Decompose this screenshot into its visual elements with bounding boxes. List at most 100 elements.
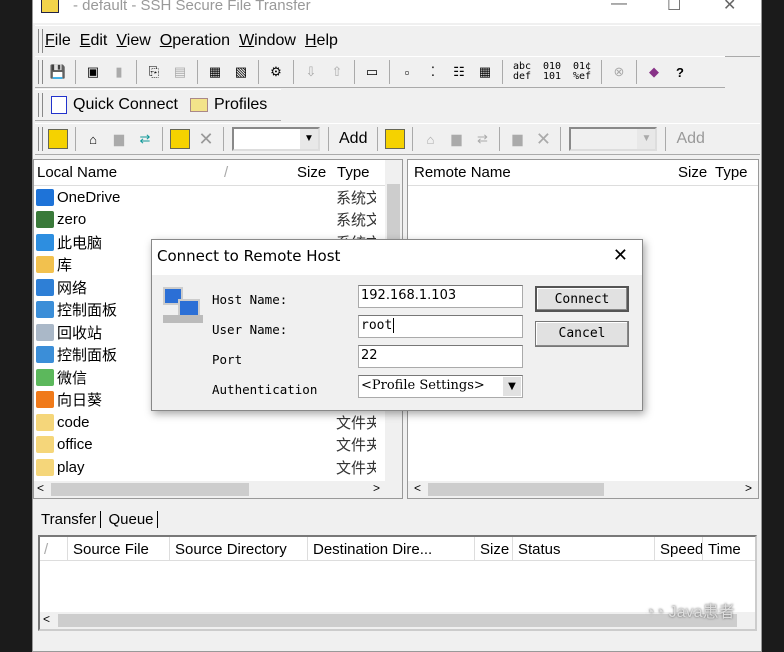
menu-item[interactable]: File (45, 32, 71, 50)
list-icon[interactable]: ☷ (449, 62, 469, 82)
new-folder-disabled-icon[interactable]: ▆ (109, 129, 129, 149)
stop-icon[interactable]: ⊗ (609, 62, 629, 82)
new-terminal-icon[interactable]: ▦ (205, 62, 225, 82)
auto-icon[interactable]: 01¢ %ef (570, 62, 594, 82)
menu-item[interactable]: Edit (80, 32, 108, 50)
chevron-down-icon[interactable]: ▼ (300, 129, 318, 149)
settings-icon[interactable]: ⚙ (266, 62, 286, 82)
delete-icon[interactable]: ✕ (196, 129, 216, 149)
add-remote-button[interactable]: Add (676, 130, 704, 148)
user-name-input[interactable]: root (358, 315, 523, 338)
create-folder-remote-icon[interactable]: ▆ (507, 129, 527, 149)
transfer-col-header[interactable]: Size (480, 541, 509, 558)
new-file-transfer-icon[interactable]: ▧ (231, 62, 251, 82)
connect-button[interactable]: Connect (535, 286, 629, 312)
up-folder-remote-icon[interactable] (385, 129, 406, 149)
tab-transfer[interactable]: Transfer (41, 511, 102, 528)
copy-icon[interactable]: ⎘ (144, 62, 164, 82)
transfer-col-header[interactable]: Speed (660, 541, 703, 558)
col-remote-type[interactable]: Type (715, 164, 748, 181)
menu-item[interactable]: Operation (160, 32, 230, 50)
menu-item[interactable]: Window (239, 32, 296, 50)
col-type[interactable]: Type (337, 164, 370, 181)
save-icon[interactable]: 💾 (48, 62, 68, 82)
large-icons-icon[interactable]: ▫ (397, 62, 417, 82)
paste-icon[interactable]: ▤ (170, 62, 190, 82)
menu-mnemonic: O (159, 32, 173, 49)
remote-path-combo[interactable]: ▼ (569, 127, 658, 151)
port-input[interactable]: 22 (358, 345, 523, 368)
col-remote-name[interactable]: Remote Name (414, 164, 511, 181)
remote-horizontal-scrollbar[interactable]: < > (408, 481, 758, 498)
close-button[interactable]: ✕ (723, 0, 736, 15)
authentication-select[interactable]: <Profile Settings> ▼ (358, 375, 523, 398)
menu-label: iew (126, 32, 151, 49)
menu-mnemonic: H (304, 32, 317, 49)
maximize-button[interactable]: ☐ (667, 0, 681, 15)
delete-remote-icon[interactable]: ✕ (533, 129, 553, 149)
chevron-down-icon[interactable]: ▼ (637, 129, 656, 149)
upload-icon[interactable]: ⇧ (327, 62, 347, 82)
view-icon[interactable]: ▭ (362, 62, 382, 82)
help-book-icon[interactable]: ◆ (644, 62, 664, 82)
small-icons-icon[interactable]: ⁚ (423, 62, 443, 82)
column-divider[interactable] (307, 537, 308, 561)
column-divider[interactable] (474, 537, 475, 561)
toolbar-separator (293, 60, 294, 84)
column-divider[interactable] (67, 537, 68, 561)
refresh-remote-icon[interactable]: ⇄ (472, 129, 492, 149)
create-folder-icon[interactable] (170, 129, 190, 149)
local-horizontal-scrollbar[interactable]: < > (34, 481, 402, 498)
toolbar-separator (197, 60, 198, 84)
folder-icon (189, 98, 208, 112)
list-item[interactable]: play 文件夹 (34, 456, 402, 479)
cancel-button[interactable]: Cancel (535, 321, 629, 347)
list-item[interactable]: zero 系统文件夹 (34, 209, 402, 232)
menu-item[interactable]: View (116, 32, 150, 50)
transfer-col-header[interactable]: Destination Dire... (313, 541, 432, 558)
item-name: zero (57, 211, 87, 229)
col-local-name[interactable]: Local Name (37, 164, 117, 181)
home-icon[interactable]: ⌂ (83, 129, 103, 149)
column-divider[interactable] (702, 537, 703, 561)
list-item[interactable]: office 文件夹 (34, 434, 402, 457)
profiles-button[interactable]: Profiles (214, 96, 267, 114)
column-divider[interactable] (654, 537, 655, 561)
column-divider[interactable] (169, 537, 170, 561)
details-icon[interactable]: ▦ (475, 62, 495, 82)
up-folder-icon[interactable] (48, 129, 68, 149)
whats-this-icon[interactable]: ? (670, 62, 690, 82)
dialog-close-button[interactable]: ✕ (613, 245, 628, 266)
port-label: Port (212, 352, 243, 367)
home-remote-icon[interactable]: ⌂ (420, 129, 440, 149)
column-divider[interactable] (512, 537, 513, 561)
menu-label: ile (54, 32, 71, 49)
local-path-combo[interactable]: ▼ (232, 127, 320, 151)
menu-label: elp (316, 32, 338, 49)
transfer-col-header[interactable]: / (44, 541, 48, 558)
add-local-button[interactable]: Add (339, 130, 367, 148)
refresh-icon[interactable]: ⇄ (135, 129, 155, 149)
col-size[interactable]: Size (297, 164, 326, 181)
computer-icon[interactable]: ▣ (83, 62, 103, 82)
transfer-col-header[interactable]: Source File (73, 541, 149, 558)
transfer-col-header[interactable]: Source Directory (175, 541, 287, 558)
item-type: 文件夹 (336, 437, 376, 455)
menu-item[interactable]: Help (305, 32, 338, 50)
host-name-input[interactable]: 192.168.1.103 (358, 285, 523, 308)
col-remote-size[interactable]: Size (678, 164, 707, 181)
download-icon[interactable]: ⇩ (301, 62, 321, 82)
chevron-down-icon[interactable]: ▼ (503, 377, 521, 396)
list-item[interactable]: code 文件夹 (34, 411, 402, 434)
transfer-col-header[interactable]: Time (708, 541, 741, 558)
list-item[interactable]: OneDrive 系统文件夹 (34, 186, 402, 209)
minimize-button[interactable]: — (611, 0, 627, 13)
binary-icon[interactable]: 010 101 (540, 62, 564, 82)
disconnect-icon[interactable]: ▮ (109, 62, 129, 82)
transfer-col-header[interactable]: Status (518, 541, 561, 558)
tab-queue[interactable]: Queue (105, 511, 158, 528)
new-folder-remote-icon[interactable]: ▆ (446, 129, 466, 149)
quick-connect-button[interactable]: Quick Connect (73, 96, 178, 114)
ascii-icon[interactable]: abc def (510, 62, 534, 82)
item-icon (36, 301, 54, 319)
